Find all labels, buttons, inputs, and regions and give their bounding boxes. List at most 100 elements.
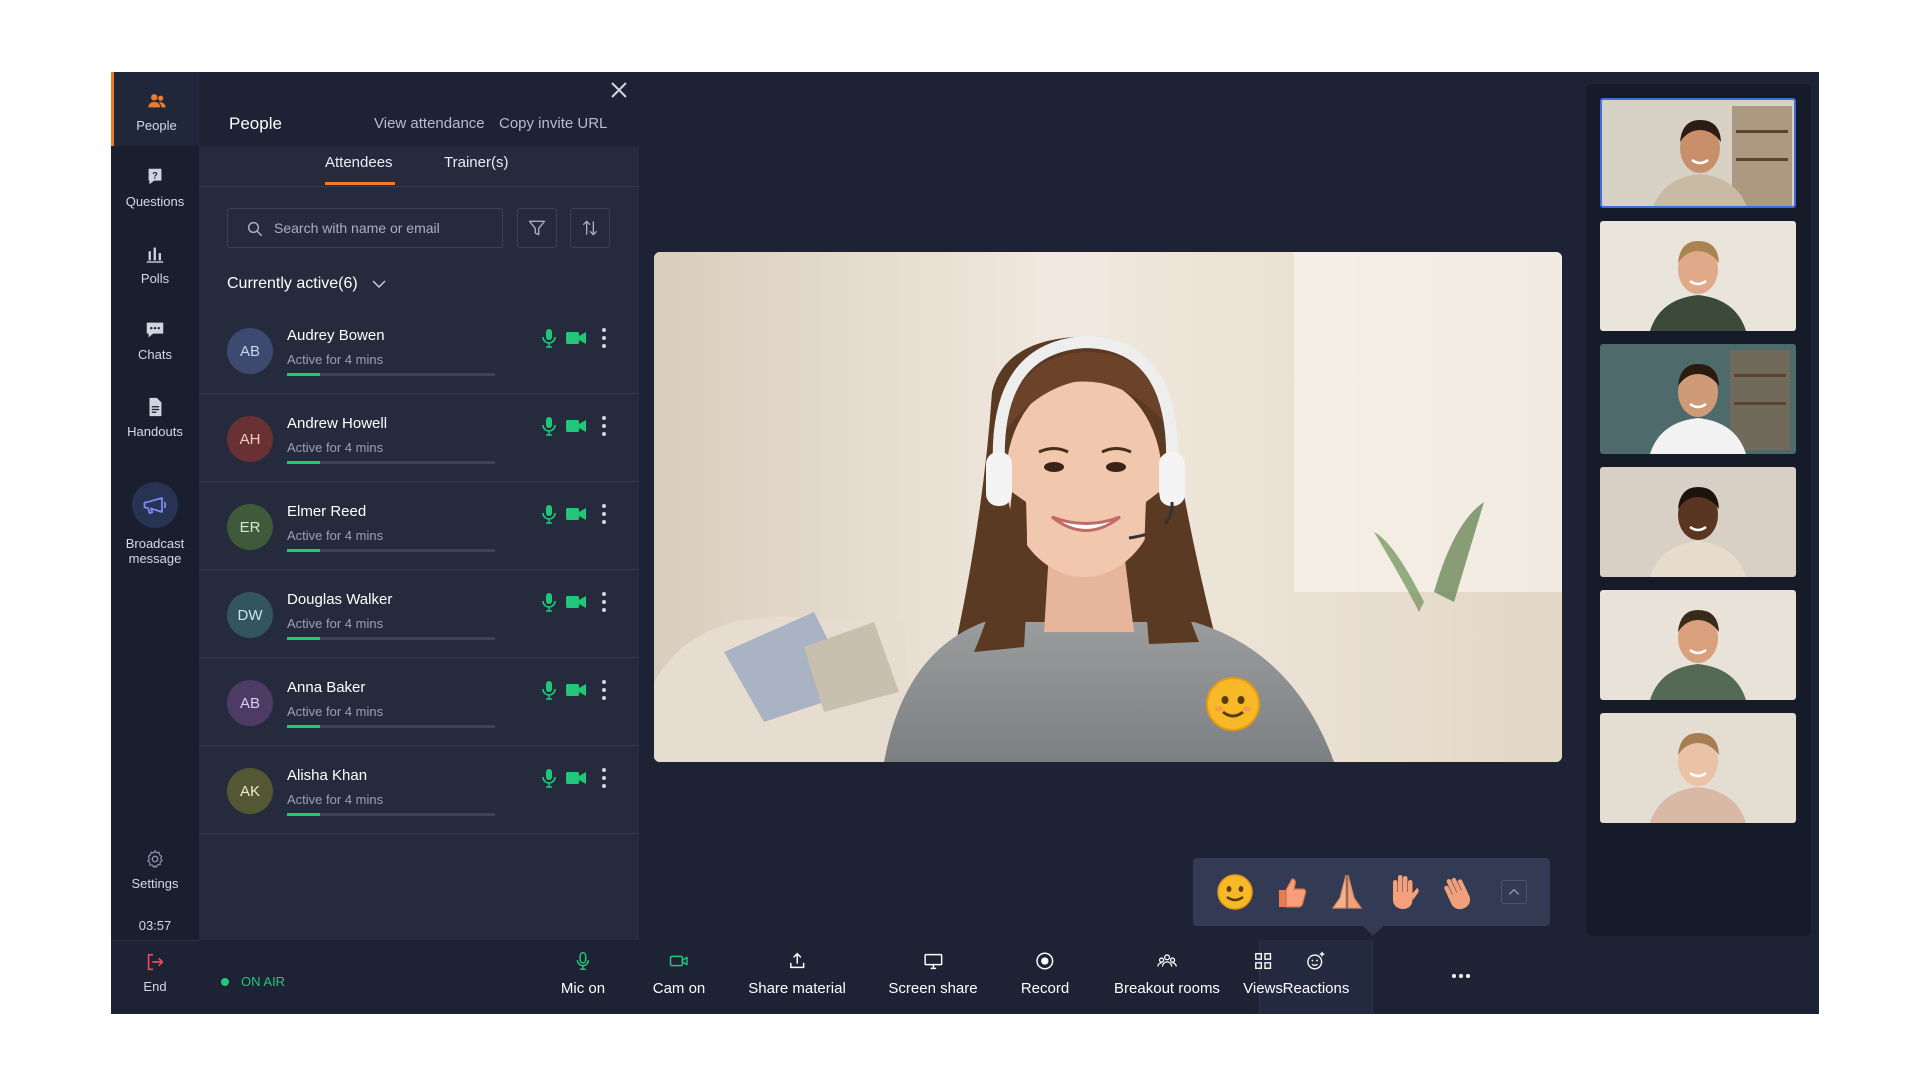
microphone-icon[interactable]: [541, 680, 557, 700]
attendee-status: Active for 4 mins: [287, 792, 384, 807]
tool-label: Record: [1020, 980, 1070, 997]
reaction-smile[interactable]: [1213, 870, 1257, 914]
avatar-initials: AH: [239, 430, 261, 448]
camera-icon[interactable]: [565, 770, 587, 786]
reaction-raise-hand[interactable]: [1381, 870, 1425, 914]
microphone-icon[interactable]: [541, 768, 557, 788]
popup-pointer: [1363, 926, 1383, 936]
camera-icon[interactable]: [565, 594, 587, 610]
timer-text: 03:57: [138, 918, 172, 933]
more-vertical-icon[interactable]: [599, 678, 609, 702]
participant-thumbnail[interactable]: [1600, 344, 1796, 454]
attendee-row[interactable]: AH Andrew Howell Active for 4 mins: [199, 394, 639, 482]
rail-item-handouts[interactable]: Handouts: [111, 396, 199, 439]
reactions-button[interactable]: Reactions: [1282, 950, 1350, 997]
view-attendance-link[interactable]: View attendance: [374, 115, 485, 132]
screen-share-button[interactable]: Screen share: [888, 950, 978, 997]
more-options-icon[interactable]: [1449, 970, 1473, 982]
rail-item-settings[interactable]: Settings: [111, 848, 199, 891]
activity-bar: [287, 549, 495, 552]
activity-bar-fill: [287, 637, 321, 640]
participant-thumbnail[interactable]: [1600, 590, 1796, 700]
microphone-icon[interactable]: [541, 328, 557, 348]
tool-label: Reactions: [1282, 980, 1350, 997]
participant-thumbnail[interactable]: [1600, 98, 1796, 208]
share-material-button[interactable]: Share material: [748, 950, 846, 997]
tab-attendees[interactable]: Attendees: [325, 154, 393, 171]
end-button[interactable]: End: [111, 951, 199, 994]
more-vertical-icon[interactable]: [599, 326, 609, 350]
poll-icon: [146, 247, 164, 263]
record-button[interactable]: Record: [1021, 950, 1069, 997]
camera-icon: [670, 955, 688, 967]
search-icon: [247, 221, 263, 237]
attendee-row[interactable]: ER Elmer Reed Active for 4 mins: [199, 482, 639, 570]
question-icon: ?: [148, 168, 162, 185]
views-button[interactable]: Views: [1243, 950, 1283, 997]
mic-button[interactable]: Mic on: [561, 950, 605, 997]
on-air-label: ON AIR: [241, 974, 286, 989]
close-panel-button[interactable]: [607, 78, 631, 102]
sort-button[interactable]: [570, 208, 610, 248]
collapse-reactions-button[interactable]: [1501, 880, 1527, 904]
participant-thumbnail[interactable]: [1600, 713, 1796, 823]
people-panel: People View attendance Copy invite URL A…: [199, 72, 639, 956]
avatar: AB: [227, 328, 273, 374]
tab-trainers[interactable]: Trainer(s): [444, 154, 508, 171]
microphone-icon[interactable]: [541, 416, 557, 436]
more-vertical-icon[interactable]: [599, 502, 609, 526]
attendee-row[interactable]: AB Audrey Bowen Active for 4 mins: [199, 306, 639, 394]
reaction-wave[interactable]: [1437, 870, 1481, 914]
speaker-video-image: [654, 252, 1562, 762]
camera-icon[interactable]: [565, 418, 587, 434]
participant-thumbnails: [1586, 84, 1811, 936]
avatar: AB: [227, 680, 273, 726]
search-input[interactable]: [274, 217, 494, 239]
camera-icon[interactable]: [565, 330, 587, 346]
filter-button[interactable]: [517, 208, 557, 248]
activity-bar: [287, 725, 495, 728]
more-vertical-icon[interactable]: [599, 766, 609, 790]
grid-icon: [1254, 952, 1272, 970]
broadcast-button[interactable]: [132, 482, 178, 528]
panel-header: People View attendance Copy invite URL: [199, 72, 639, 146]
attendee-row[interactable]: AB Anna Baker Active for 4 mins: [199, 658, 639, 746]
tool-label: Screen share: [888, 980, 978, 997]
avatar-initials: AK: [239, 782, 260, 800]
camera-icon[interactable]: [565, 506, 587, 522]
reaction-thumbs-up[interactable]: [1269, 870, 1313, 914]
avatar-initials: DW: [237, 606, 263, 624]
attendee-name: Alisha Khan: [287, 767, 368, 784]
rail-label: Settings: [131, 876, 179, 891]
reaction-pray[interactable]: [1325, 870, 1369, 914]
currently-active-toggle[interactable]: Currently active(6): [227, 275, 388, 293]
participant-video-image: [1600, 713, 1796, 823]
avatar: AH: [227, 416, 273, 462]
more-vertical-icon[interactable]: [599, 414, 609, 438]
more-vertical-icon[interactable]: [599, 590, 609, 614]
camera-button[interactable]: Cam on: [653, 950, 705, 997]
activity-bar: [287, 813, 495, 816]
participant-thumbnail[interactable]: [1600, 467, 1796, 577]
participant-video-image: [1602, 100, 1794, 206]
raised-hand-icon: [1393, 875, 1419, 909]
attendee-name: Andrew Howell: [287, 415, 388, 432]
rail-item-chats[interactable]: Chats: [111, 319, 199, 362]
rail-item-broadcast[interactable]: Broadcast message: [111, 482, 199, 566]
sort-icon: [582, 220, 598, 236]
activity-bar-fill: [287, 373, 321, 376]
breakout-rooms-button[interactable]: Breakout rooms: [1114, 950, 1220, 997]
rail-item-people[interactable]: People: [111, 72, 199, 146]
participant-thumbnail[interactable]: [1600, 221, 1796, 331]
copy-invite-link[interactable]: Copy invite URL: [499, 115, 607, 132]
camera-icon[interactable]: [565, 682, 587, 698]
attendee-row[interactable]: AK Alisha Khan Active for 4 mins: [199, 746, 639, 834]
microphone-icon[interactable]: [541, 592, 557, 612]
microphone-icon[interactable]: [541, 504, 557, 524]
attendee-row[interactable]: DW Douglas Walker Active for 4 mins: [199, 570, 639, 658]
rail-item-polls[interactable]: Polls: [111, 243, 199, 286]
rail-item-questions[interactable]: ? Questions: [111, 166, 199, 209]
chevron-down-icon: [372, 280, 386, 288]
left-rail: People ? Questions Polls Chats Handouts …: [111, 72, 199, 1014]
activity-bar-fill: [287, 813, 321, 816]
